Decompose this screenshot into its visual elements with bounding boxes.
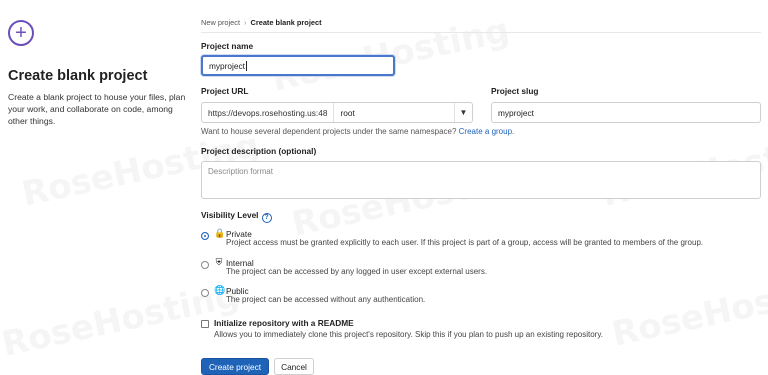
project-url-label: Project URL xyxy=(201,86,249,96)
visibility-private-radio[interactable] xyxy=(201,232,209,240)
visibility-label: Visibility Level? xyxy=(201,210,272,223)
breadcrumb-parent[interactable]: New project xyxy=(201,18,240,27)
visibility-internal-radio[interactable] xyxy=(201,261,209,269)
visibility-public-desc: The project can be accessed without any … xyxy=(226,295,426,304)
question-circle-icon[interactable]: ? xyxy=(261,212,272,223)
project-slug-value: myproject xyxy=(498,107,534,118)
breadcrumb-current: Create blank project xyxy=(250,18,322,27)
visibility-label-text: Visibility Level xyxy=(201,210,259,220)
visibility-option-title: Public xyxy=(226,285,249,296)
text-caret xyxy=(245,60,247,71)
visibility-internal-desc: The project can be accessed by any logge… xyxy=(226,267,488,276)
divider xyxy=(201,32,761,33)
create-project-button[interactable]: Create project xyxy=(201,358,269,375)
lock-icon: 🔒 xyxy=(214,228,226,238)
visibility-option-title: Private xyxy=(226,228,252,239)
project-name-label: Project name xyxy=(201,41,254,51)
plus-circle-icon: + xyxy=(8,20,34,46)
init-readme-desc: Allows you to immediately clone this pro… xyxy=(214,330,603,339)
breadcrumb: New project › Create blank project xyxy=(201,18,322,27)
description-label: Project description (optional) xyxy=(201,146,317,156)
visibility-option-title: Internal xyxy=(226,257,254,268)
description-textarea[interactable]: Description format xyxy=(201,161,761,199)
page-title: Create blank project xyxy=(8,68,148,84)
visibility-private-desc: Project access must be granted explicitl… xyxy=(226,238,704,247)
chevron-down-icon[interactable]: ▼ xyxy=(454,103,472,122)
project-name-value: myproject xyxy=(209,60,245,71)
description-placeholder: Description format xyxy=(208,167,273,176)
shield-icon: ⛨ xyxy=(215,257,223,267)
globe-icon: 🌐 xyxy=(214,285,226,295)
group-hint-text: Want to house several dependent projects… xyxy=(201,127,457,136)
namespace-select[interactable]: root xyxy=(334,108,454,118)
create-group-link[interactable]: Create a group. xyxy=(459,127,515,136)
init-readme-label: Initialize repository with a README xyxy=(214,318,354,328)
project-form: New project › Create blank project Project… xyxy=(201,0,761,375)
project-name-input[interactable]: myproject xyxy=(201,55,395,76)
page-description: Create a blank project to house your fil… xyxy=(8,92,186,127)
project-url-field: https://devops.rosehosting.us:48 root ▼ xyxy=(201,102,473,123)
project-slug-input[interactable]: myproject xyxy=(491,102,761,123)
cancel-button[interactable]: Cancel xyxy=(274,358,314,375)
visibility-public-radio[interactable] xyxy=(201,289,209,297)
breadcrumb-separator: › xyxy=(244,18,247,27)
left-panel: + Create blank project Create a blank pr… xyxy=(0,0,185,375)
project-url-prefix: https://devops.rosehosting.us:48 xyxy=(208,103,335,122)
project-slug-label: Project slug xyxy=(491,86,539,96)
group-hint: Want to house several dependent projects… xyxy=(201,127,514,136)
init-readme-checkbox[interactable] xyxy=(201,320,209,328)
